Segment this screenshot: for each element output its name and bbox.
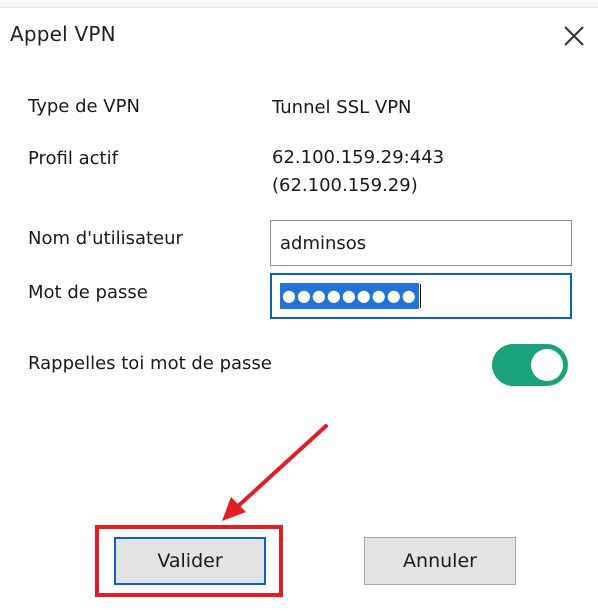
active-profile-value-address: 62.100.159.29:443: [272, 147, 445, 168]
remember-password-toggle[interactable]: [492, 344, 568, 386]
toggle-knob: [531, 349, 563, 381]
password-label: Mot de passe: [28, 282, 148, 303]
active-profile-value-ip: (62.100.159.29): [272, 175, 418, 196]
active-profile-label: Profil actif: [28, 148, 118, 169]
username-value: adminsos: [280, 232, 367, 254]
vpn-type-value: Tunnel SSL VPN: [272, 97, 412, 118]
password-masked-value: ●●●●●●●●●: [280, 283, 419, 309]
validate-button[interactable]: Valider: [114, 537, 266, 585]
text-caret: [419, 284, 421, 308]
close-icon: [564, 26, 584, 46]
vpn-call-dialog: Appel VPN Type de VPN Tunnel SSL VPN Pro…: [0, 0, 598, 616]
dialog-title: Appel VPN: [10, 22, 116, 46]
cancel-button[interactable]: Annuler: [364, 537, 516, 585]
close-button[interactable]: [560, 22, 588, 50]
username-field[interactable]: adminsos: [270, 220, 572, 266]
password-field[interactable]: ●●●●●●●●●: [270, 273, 572, 319]
vpn-type-label: Type de VPN: [28, 96, 140, 117]
username-label: Nom d'utilisateur: [28, 228, 183, 249]
remember-password-label: Rappelles toi mot de passe: [28, 353, 272, 374]
